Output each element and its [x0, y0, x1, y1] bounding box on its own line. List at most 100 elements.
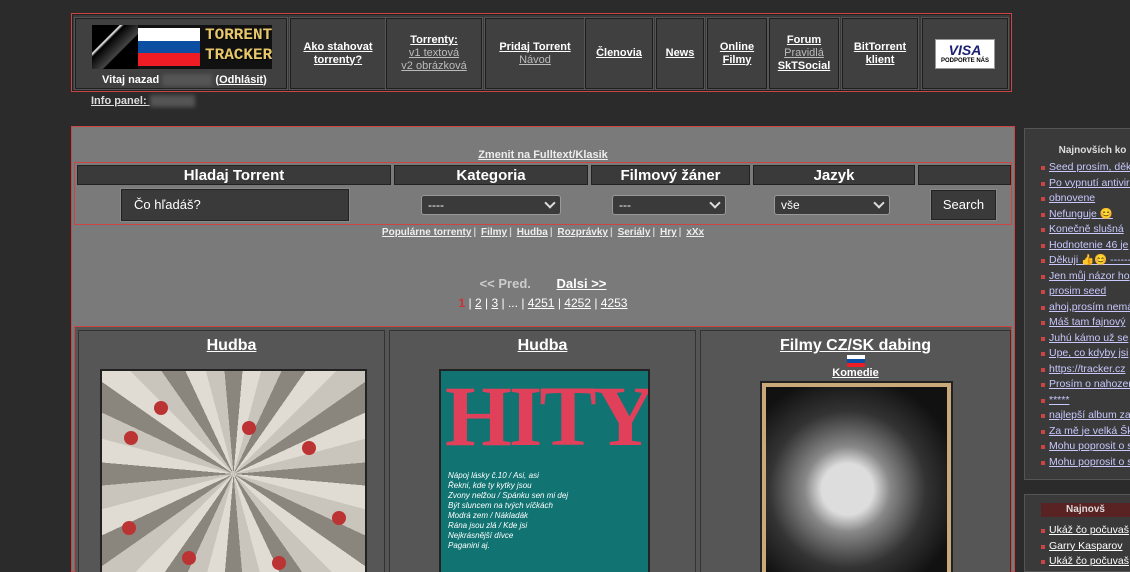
latest-comments-panel: Najnovších ko Seed prosím, děku Po vypnu…: [1024, 128, 1130, 480]
page-link[interactable]: 4252: [564, 296, 591, 310]
current-page: 1: [458, 296, 466, 310]
nav-torrents-image-view[interactable]: v2 obrázková: [401, 60, 466, 73]
chevron-down-icon: [709, 197, 721, 209]
list-item[interactable]: ahoj,prosím nemá: [1041, 300, 1130, 316]
language-select[interactable]: vše: [774, 195, 890, 215]
prev-page-link[interactable]: << Pred.: [480, 276, 531, 291]
torrent-card: Hudba HITY Nápoj lásky č.10 / Asi, asi Ř…: [389, 330, 696, 572]
category-links: Populárne torrenty | Filmy | Hudba | Rozprá…: [381, 227, 705, 238]
list-item[interactable]: https://tracker.cz: [1041, 362, 1130, 378]
nav-guide-link[interactable]: Návod: [519, 54, 551, 67]
nav-forum-label[interactable]: Forum: [787, 34, 821, 47]
list-item[interactable]: obnovene: [1041, 191, 1130, 207]
nav-bittorrent-client[interactable]: BitTorrent klient: [841, 17, 919, 90]
list-item[interactable]: Po vypnutí antiviru: [1041, 176, 1130, 192]
genre-select[interactable]: ---: [612, 195, 726, 215]
page-link[interactable]: 3: [491, 296, 498, 310]
comments-list: Seed prosím, děku Po vypnutí antiviru ob…: [1025, 160, 1130, 470]
nav-rules-link[interactable]: Pravidlá: [784, 47, 824, 60]
torrent-category-link[interactable]: Hudba: [79, 337, 384, 355]
switch-search-mode-link[interactable]: Zmenit na Fulltext/Klasik: [72, 149, 1014, 161]
list-item[interactable]: Mohu poprosit o s: [1041, 455, 1130, 471]
language-header: Jazyk: [753, 165, 915, 185]
nav-add-torrent-label[interactable]: Pridaj Torrent: [499, 41, 570, 54]
nav-news-label[interactable]: News: [666, 47, 695, 60]
nav-torrents: Torrenty: v1 textová v2 obrázková: [385, 17, 483, 90]
cat-xxx[interactable]: xXx: [686, 227, 704, 238]
forum-list: Ukáž čo počuvaš Garry Kasparov Ukáž čo p…: [1025, 523, 1130, 570]
search-input[interactable]: Čo hľadáš?: [121, 189, 349, 221]
nav-torrents-label[interactable]: Torrenty:: [410, 34, 457, 47]
nav-news[interactable]: News: [655, 17, 705, 90]
torrent-poster[interactable]: [760, 381, 953, 572]
cat-popular[interactable]: Populárne torrenty: [382, 227, 471, 238]
cat-music[interactable]: Hudba: [517, 227, 548, 238]
list-item[interactable]: Mohu poprosit o s: [1041, 439, 1130, 455]
visa-slogan: PODPORTE NÁS: [940, 57, 989, 64]
list-item[interactable]: Prosím o nahozen: [1041, 377, 1130, 393]
nav-members-label[interactable]: Členovia: [596, 47, 642, 60]
genre-select-value: ---: [619, 198, 631, 212]
cat-fairytales[interactable]: Rozprávky: [557, 227, 608, 238]
nav-how-to-download[interactable]: Ako stahovat torrenty?: [289, 17, 387, 90]
site-logo[interactable]: TORRENT TRACKER: [92, 25, 272, 69]
list-item[interactable]: Jen můj názor ho: [1041, 269, 1130, 285]
search-button[interactable]: Search: [931, 190, 996, 220]
logout-link[interactable]: Odhlásit: [219, 74, 263, 86]
list-item[interactable]: Nefunguje 😊: [1041, 207, 1130, 223]
nav-online-movies[interactable]: Online Filmy: [706, 17, 768, 90]
cat-movies[interactable]: Filmy: [481, 227, 507, 238]
list-item[interactable]: Garry Kasparov: [1041, 539, 1130, 555]
page-link[interactable]: 2: [475, 296, 482, 310]
list-item[interactable]: Hodnotenie 46 je: [1041, 238, 1130, 254]
poster-title: HITY: [445, 369, 650, 464]
empty-header: [918, 165, 1011, 185]
nav-how-to-download-label[interactable]: Ako stahovat torrenty?: [298, 41, 378, 67]
category-header: Kategoria: [394, 165, 588, 185]
cat-series[interactable]: Seriály: [618, 227, 651, 238]
category-select[interactable]: ----: [421, 195, 561, 215]
torrent-genre-link[interactable]: Komedie: [701, 367, 1010, 379]
chevron-down-icon: [873, 197, 885, 209]
pagination: 1 | 2 | 3 | ... | 4251 | 4252 | 4253: [458, 296, 628, 310]
visa-support-button[interactable]: VISA PODPORTE NÁS: [935, 38, 995, 69]
list-item[interactable]: Ukáž čo počuvaš: [1041, 523, 1130, 539]
nav-online-movies-label[interactable]: Online Filmy: [717, 41, 757, 67]
category-select-value: ----: [428, 198, 444, 212]
list-item[interactable]: prosim seed: [1041, 284, 1130, 300]
nav-social-link[interactable]: SkTSocial: [778, 60, 831, 73]
torrent-poster[interactable]: [100, 369, 367, 572]
torrent-poster[interactable]: HITY Nápoj lásky č.10 / Asi, asi Řekni, …: [439, 369, 650, 572]
language-select-value: vše: [781, 198, 800, 212]
list-item[interactable]: *****: [1041, 393, 1130, 409]
list-item[interactable]: Máš tam fajnový: [1041, 315, 1130, 331]
nav-forum: Forum Pravidlá SkTSocial: [768, 17, 840, 90]
list-item[interactable]: Děkuji 👍😊 --------: [1041, 253, 1130, 269]
next-page-link[interactable]: Dalsi >>: [557, 276, 607, 291]
page-link[interactable]: 4253: [601, 296, 628, 310]
info-panel[interactable]: Info panel:: [91, 95, 195, 108]
search-header: Hladaj Torrent: [77, 165, 391, 185]
username-redacted: [162, 74, 213, 87]
slovak-flag-icon: [846, 355, 865, 367]
page-link[interactable]: 4251: [528, 296, 555, 310]
list-item[interactable]: Konečně slušná: [1041, 222, 1130, 238]
torrent-category-link[interactable]: Filmy CZ/SK dabing: [701, 337, 1010, 355]
logo-text: TORRENT TRACKER: [205, 26, 272, 64]
list-item[interactable]: Upe, co kdyby jsi: [1041, 346, 1130, 362]
list-item[interactable]: Juhú kámo už se: [1041, 331, 1130, 347]
torrent-grid: Hudba Hudba HITY Nápoj lásky č.10 / Asi,…: [74, 326, 1012, 572]
list-item[interactable]: najlepší album za: [1041, 408, 1130, 424]
nav-torrents-text-view[interactable]: v1 textová: [409, 47, 459, 60]
info-panel-label[interactable]: Info panel:: [91, 95, 147, 107]
torrent-category-link[interactable]: Hudba: [390, 337, 695, 355]
list-item[interactable]: Za mě je velká Šk: [1041, 424, 1130, 440]
logo-graphic: [92, 25, 138, 69]
list-item[interactable]: Seed prosím, děku: [1041, 160, 1130, 176]
cat-games[interactable]: Hry: [660, 227, 677, 238]
top-navigation: TORRENT TRACKER Vitaj nazad (Odhlásit) A…: [71, 13, 1012, 92]
main-panel: Zmenit na Fulltext/Klasik Hladaj Torrent…: [71, 126, 1015, 572]
nav-members[interactable]: Členovia: [584, 17, 654, 90]
list-item[interactable]: Ukáž čo počuvaš: [1041, 554, 1130, 570]
nav-bittorrent-client-label[interactable]: BitTorrent klient: [850, 41, 910, 67]
